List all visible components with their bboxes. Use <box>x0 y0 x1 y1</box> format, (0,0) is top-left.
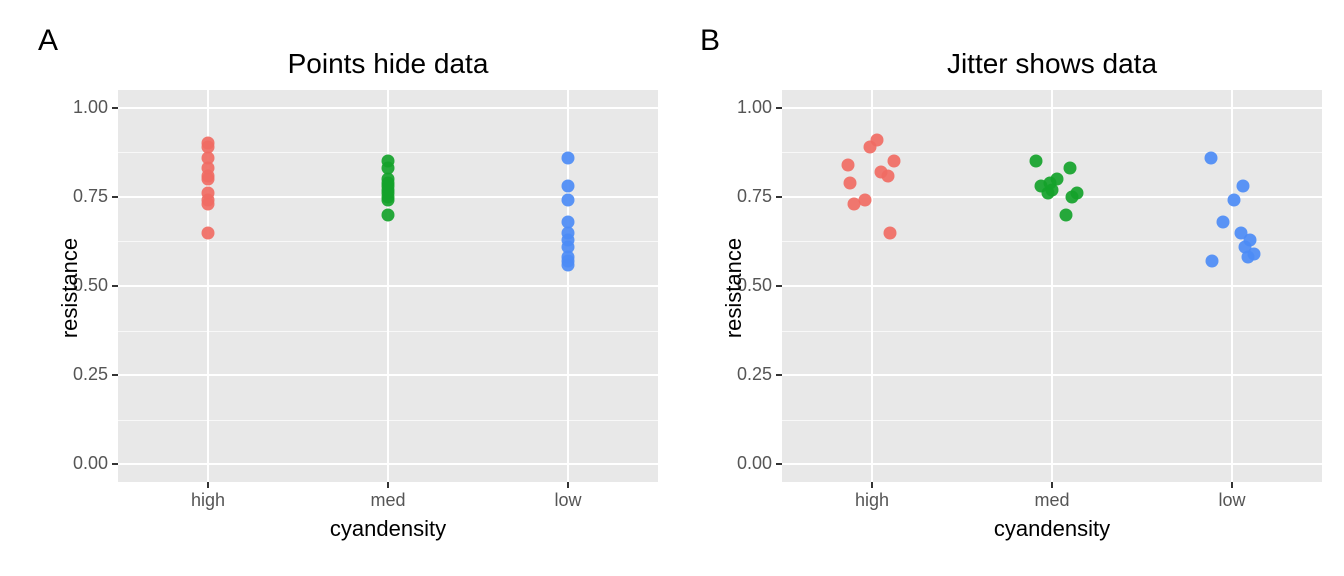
tick-mark-y <box>112 463 118 465</box>
data-point <box>1236 180 1249 193</box>
tick-label-y: 0.00 <box>737 453 772 474</box>
panel-label-A: A <box>38 24 58 58</box>
data-point <box>202 226 215 239</box>
tick-mark-x <box>387 482 389 488</box>
tick-mark-y <box>776 196 782 198</box>
tick-label-y: 1.00 <box>737 97 772 118</box>
data-point <box>1064 162 1077 175</box>
data-point <box>1029 155 1042 168</box>
data-point <box>1217 215 1230 228</box>
plot-area-A <box>118 90 658 482</box>
data-point <box>1235 226 1248 239</box>
data-point <box>202 187 215 200</box>
tick-mark-y <box>112 196 118 198</box>
tick-label-x: med <box>1022 490 1082 511</box>
tick-mark-y <box>112 285 118 287</box>
gridline-x <box>387 90 389 482</box>
axis-label-x: cyandensity <box>118 516 658 542</box>
tick-label-x: low <box>538 490 598 511</box>
data-point <box>875 165 888 178</box>
data-point <box>841 158 854 171</box>
panel-label-B: B <box>700 24 720 58</box>
data-point <box>1206 255 1219 268</box>
tick-mark-x <box>567 482 569 488</box>
data-point <box>382 155 395 168</box>
tick-label-x: med <box>358 490 418 511</box>
data-point <box>870 133 883 146</box>
data-point <box>843 176 856 189</box>
tick-label-y: 0.75 <box>737 186 772 207</box>
tick-label-y: 0.00 <box>73 453 108 474</box>
data-point <box>562 151 575 164</box>
data-point <box>858 194 871 207</box>
tick-mark-y <box>112 374 118 376</box>
tick-mark-x <box>207 482 209 488</box>
tick-mark-y <box>776 107 782 109</box>
chart-title-A: Points hide data <box>118 48 658 80</box>
tick-mark-y <box>776 285 782 287</box>
gridline-x <box>1051 90 1053 482</box>
gridline-x <box>567 90 569 482</box>
tick-label-y: 0.75 <box>73 186 108 207</box>
axis-label-y: resistance <box>57 228 83 348</box>
data-point <box>884 226 897 239</box>
tick-label-x: high <box>178 490 238 511</box>
axis-label-y: resistance <box>721 228 747 348</box>
data-point <box>1051 173 1064 186</box>
data-point <box>202 137 215 150</box>
tick-mark-x <box>1231 482 1233 488</box>
tick-mark-x <box>871 482 873 488</box>
data-point <box>1060 208 1073 221</box>
tick-mark-y <box>776 374 782 376</box>
data-point <box>562 194 575 207</box>
figure: APoints hide data0.000.250.500.751.00hig… <box>0 0 1344 576</box>
data-point <box>562 180 575 193</box>
tick-label-y: 1.00 <box>73 97 108 118</box>
gridline-x <box>1231 90 1233 482</box>
data-point <box>562 215 575 228</box>
plot-area-B <box>782 90 1322 482</box>
tick-mark-x <box>1051 482 1053 488</box>
chart-title-B: Jitter shows data <box>782 48 1322 80</box>
tick-label-x: low <box>1202 490 1262 511</box>
tick-mark-y <box>776 463 782 465</box>
data-point <box>1071 187 1084 200</box>
data-point <box>1205 151 1218 164</box>
tick-mark-y <box>112 107 118 109</box>
tick-label-y: 0.25 <box>737 364 772 385</box>
axis-label-x: cyandensity <box>782 516 1322 542</box>
tick-label-y: 0.25 <box>73 364 108 385</box>
data-point <box>382 208 395 221</box>
data-point <box>887 155 900 168</box>
data-point <box>1227 194 1240 207</box>
tick-label-x: high <box>842 490 902 511</box>
